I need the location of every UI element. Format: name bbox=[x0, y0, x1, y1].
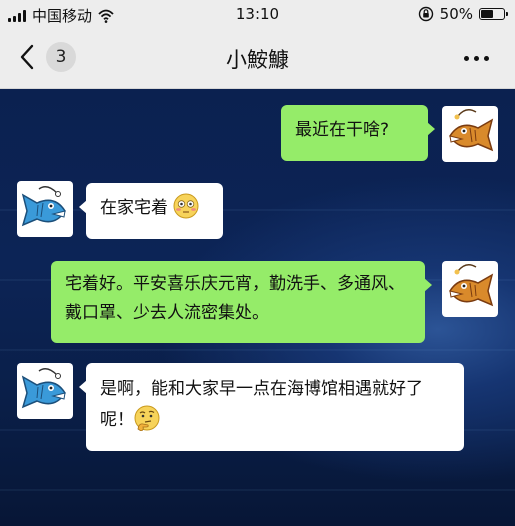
status-bar: 中国移动 13:10 50% bbox=[0, 0, 515, 30]
chat-title: 小鮟鱇 bbox=[226, 48, 289, 72]
nav-bar: 3 小鮟鱇 bbox=[0, 30, 515, 89]
contact-avatar[interactable] bbox=[17, 363, 73, 419]
anglerfish-avatar-icon bbox=[21, 368, 66, 409]
anglerfish-avatar-icon bbox=[449, 109, 494, 152]
my-avatar[interactable] bbox=[442, 261, 498, 317]
message-bubble-outgoing[interactable]: 宅着好。平安喜乐庆元宵，勤洗手、多通风、戴口罩、少去人流密集处。 bbox=[51, 261, 432, 343]
message-text: 在家宅着 bbox=[100, 198, 168, 218]
anglerfish-avatar-icon bbox=[449, 264, 494, 307]
thinking-face-emoji bbox=[134, 405, 160, 431]
status-right: 50% bbox=[418, 5, 508, 23]
anglerfish-avatar-icon bbox=[21, 186, 66, 227]
message-text: 宅着好。平安喜乐庆元宵，勤洗手、多通风、戴口罩、少去人流密集处。 bbox=[65, 274, 405, 323]
chat-area[interactable]: 最近在干啥? 在家宅着 宅着好。平安喜乐庆元宵，勤洗手、多通风、戴口罩、少去人流… bbox=[0, 89, 515, 526]
message-text: 最近在干啥? bbox=[295, 120, 390, 140]
contact-avatar[interactable] bbox=[17, 181, 73, 237]
flushed-face-emoji bbox=[173, 193, 199, 219]
my-avatar[interactable] bbox=[442, 106, 498, 162]
rotation-lock-icon bbox=[418, 6, 433, 22]
battery-icon bbox=[479, 8, 508, 20]
battery-percent: 50% bbox=[439, 5, 473, 23]
message-bubble-outgoing[interactable]: 最近在干啥? bbox=[281, 105, 435, 161]
battery-fill bbox=[481, 10, 493, 18]
message-bubble-incoming[interactable]: 在家宅着 bbox=[79, 183, 223, 239]
more-icon[interactable] bbox=[464, 56, 489, 61]
message-bubble-incoming[interactable]: 是啊，能和大家早一点在海博馆相遇就好了呢！ bbox=[79, 363, 464, 451]
